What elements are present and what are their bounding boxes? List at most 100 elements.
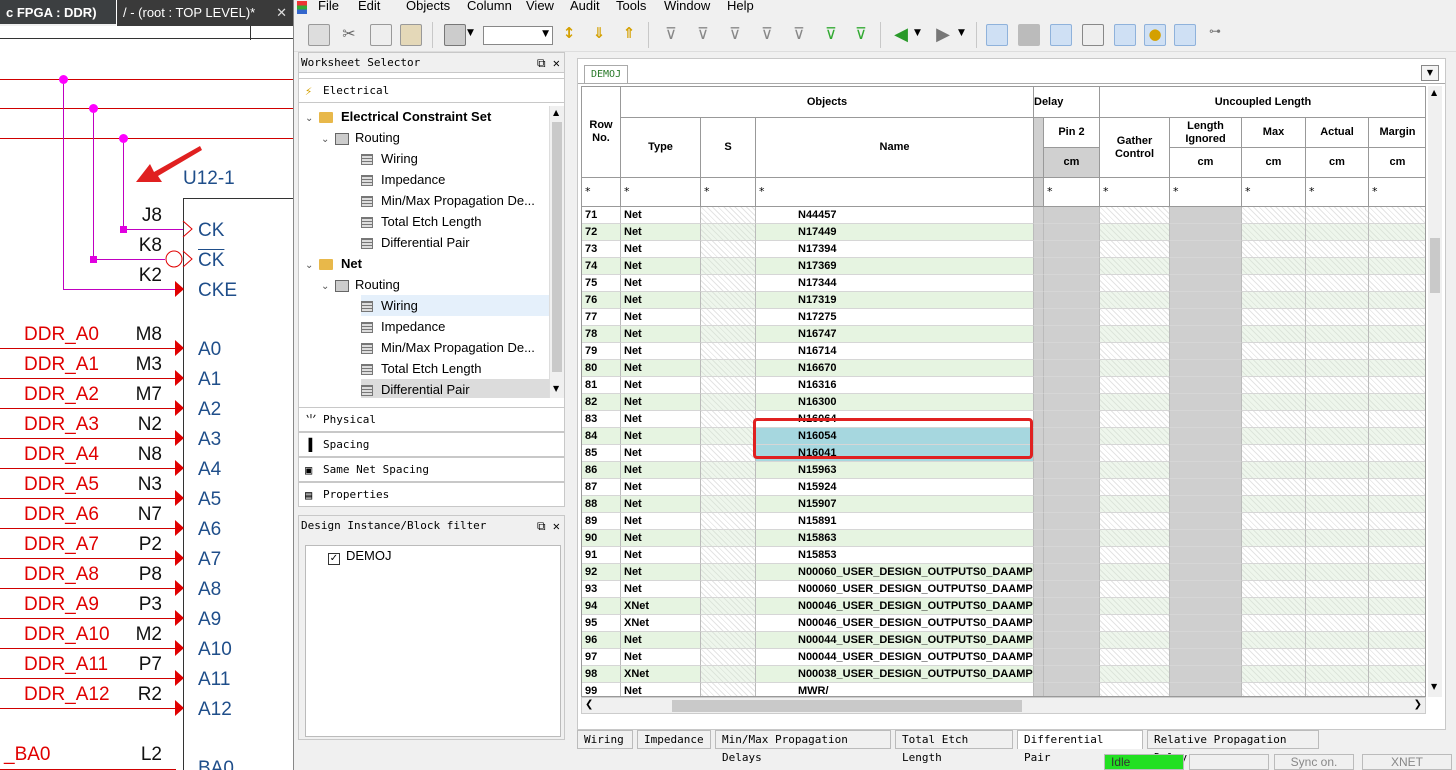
cell[interactable] — [1034, 343, 1044, 360]
scroll-right-icon[interactable]: ❯ — [1414, 699, 1422, 710]
expand-chevron-icon[interactable]: ⌄ — [305, 255, 319, 276]
cell[interactable] — [1242, 547, 1306, 564]
cell-name[interactable]: N16670 — [756, 360, 1034, 377]
filter-item-demoj[interactable]: ✓ DEMOJ — [328, 548, 392, 565]
cell-no[interactable]: 80 — [582, 360, 621, 377]
cell-type[interactable]: Net — [621, 564, 701, 581]
cell-type[interactable]: Net — [621, 394, 701, 411]
cell[interactable] — [1242, 258, 1306, 275]
cell[interactable] — [1034, 513, 1044, 530]
cell[interactable] — [1242, 224, 1306, 241]
cell-type[interactable]: Net — [621, 207, 701, 224]
scroll-up-icon[interactable]: ▲ — [1431, 88, 1437, 97]
cell-name[interactable]: N00046_USER_DESIGN_OUTPUTS0_DAAMP1 — [756, 598, 1034, 615]
section-properties[interactable]: ▤ Properties — [299, 482, 564, 507]
cell-no[interactable]: 73 — [582, 241, 621, 258]
cell[interactable] — [1034, 326, 1044, 343]
cell[interactable] — [1242, 564, 1306, 581]
cell[interactable] — [1306, 360, 1369, 377]
cell[interactable] — [1034, 394, 1044, 411]
cell[interactable] — [1306, 445, 1369, 462]
cell-no[interactable]: 90 — [582, 530, 621, 547]
cell-name[interactable]: N00060_USER_DESIGN_OUTPUTS0_DAAMP1 — [756, 564, 1034, 581]
cell[interactable] — [1170, 683, 1242, 696]
cell[interactable] — [701, 309, 756, 326]
cell[interactable] — [701, 632, 756, 649]
scroll-thumb[interactable] — [552, 122, 562, 372]
cell[interactable] — [1306, 615, 1369, 632]
cell[interactable] — [1044, 564, 1100, 581]
section-physical[interactable]: ⺌ Physical — [299, 407, 564, 432]
cell[interactable] — [1044, 496, 1100, 513]
tree-item-differential-pair[interactable]: Differential Pair — [361, 232, 549, 253]
cell[interactable] — [701, 224, 756, 241]
cell[interactable] — [1170, 241, 1242, 258]
cell[interactable] — [1044, 530, 1100, 547]
cell[interactable] — [1170, 394, 1242, 411]
cell[interactable] — [1100, 479, 1170, 496]
table-row[interactable]: 74 Net N17369 — [582, 258, 1425, 275]
schematic-canvas[interactable]: c FPGA : DDR) / - (root : TOP LEVEL)* ✕ U… — [0, 0, 293, 770]
cell[interactable] — [1242, 207, 1306, 224]
cell[interactable] — [1306, 428, 1369, 445]
cell[interactable] — [1369, 581, 1425, 598]
cell-no[interactable]: 97 — [582, 649, 621, 666]
cell[interactable] — [1100, 360, 1170, 377]
cell[interactable] — [1306, 649, 1369, 666]
cell[interactable] — [1100, 496, 1170, 513]
cell[interactable] — [1044, 207, 1100, 224]
cell-type[interactable]: Net — [621, 445, 701, 462]
cell-no[interactable]: 84 — [582, 428, 621, 445]
cell-no[interactable]: 93 — [582, 581, 621, 598]
cell-no[interactable]: 74 — [582, 258, 621, 275]
cell[interactable] — [701, 496, 756, 513]
tree-item-min-max-propagation-de-[interactable]: Min/Max Propagation De... — [361, 190, 549, 211]
cell-no[interactable]: 92 — [582, 564, 621, 581]
cell-no[interactable]: 71 — [582, 207, 621, 224]
cell[interactable] — [1242, 411, 1306, 428]
table-row[interactable]: 91 Net N15853 — [582, 547, 1425, 564]
cell[interactable] — [701, 326, 756, 343]
cell[interactable] — [1306, 581, 1369, 598]
header-pin2[interactable]: Pin 2 — [1044, 118, 1100, 148]
cell[interactable] — [1034, 564, 1044, 581]
cell[interactable] — [1044, 258, 1100, 275]
cell[interactable] — [1369, 683, 1425, 696]
menu-objects[interactable]: Objects — [406, 0, 450, 13]
cell[interactable] — [1170, 428, 1242, 445]
cell[interactable] — [1242, 360, 1306, 377]
cell[interactable] — [1100, 513, 1170, 530]
cell[interactable] — [1306, 479, 1369, 496]
cell[interactable] — [1100, 224, 1170, 241]
cell[interactable] — [1369, 411, 1425, 428]
close-icon[interactable]: ✕ — [276, 0, 287, 26]
scroll-left-icon[interactable]: ❮ — [585, 699, 593, 710]
cell[interactable] — [1369, 632, 1425, 649]
cell[interactable] — [1369, 615, 1425, 632]
expand-chevron-icon[interactable]: ⌄ — [305, 108, 319, 129]
table-row[interactable]: 92 Net N00060_USER_DESIGN_OUTPUTS0_DAAMP1 — [582, 564, 1425, 581]
filter-edit-icon[interactable]: ⊽ — [756, 24, 778, 46]
pin-pair-icon[interactable] — [1114, 24, 1136, 46]
cell[interactable] — [1242, 377, 1306, 394]
cell[interactable] — [701, 445, 756, 462]
cell-no[interactable]: 85 — [582, 445, 621, 462]
cell[interactable] — [1170, 513, 1242, 530]
cell-type[interactable]: Net — [621, 632, 701, 649]
header-length-ignored[interactable]: Length Ignored — [1170, 118, 1242, 148]
cell[interactable] — [1369, 530, 1425, 547]
table-row[interactable]: 82 Net N16300 — [582, 394, 1425, 411]
constraint-grid[interactable]: Row No. Objects Type S Name Delay Pin 2 … — [581, 86, 1426, 697]
table-row[interactable]: 73 Net N17394 — [582, 241, 1425, 258]
table-row[interactable]: 93 Net N00060_USER_DESIGN_OUTPUTS0_DAAMP0 — [582, 581, 1425, 598]
cell-type[interactable]: Net — [621, 309, 701, 326]
cell[interactable] — [1044, 292, 1100, 309]
table-row[interactable]: 94 XNet N00046_USER_DESIGN_OUTPUTS0_DAAMP1 — [582, 598, 1425, 615]
cell[interactable] — [1044, 632, 1100, 649]
window-icon[interactable] — [1174, 24, 1196, 46]
cell[interactable] — [1044, 666, 1100, 683]
cell-type[interactable]: Net — [621, 275, 701, 292]
cell-type[interactable]: Net — [621, 649, 701, 666]
cell[interactable] — [701, 530, 756, 547]
cell[interactable] — [1170, 564, 1242, 581]
